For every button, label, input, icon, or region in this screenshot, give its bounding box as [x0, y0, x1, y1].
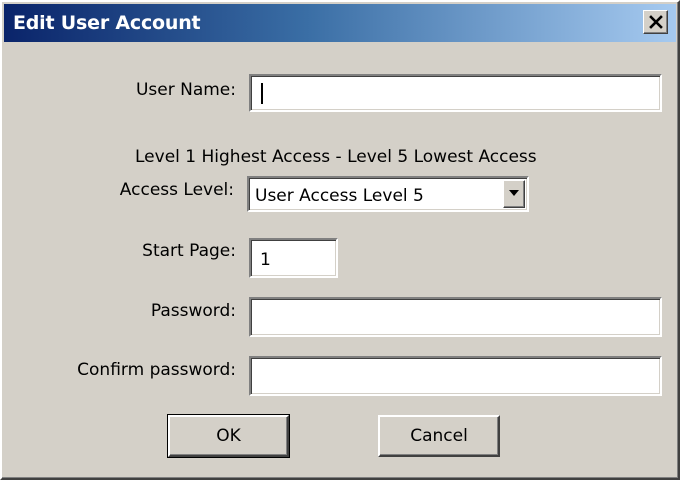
- password-input[interactable]: [249, 297, 662, 337]
- chevron-down-icon: [509, 190, 519, 196]
- dropdown-button[interactable]: [503, 180, 525, 208]
- start-page-value: 1: [260, 250, 271, 270]
- access-level-label: Access Level:: [119, 180, 234, 200]
- cancel-button[interactable]: Cancel: [378, 415, 500, 457]
- user-name-input[interactable]: [249, 74, 662, 112]
- start-page-label: Start Page:: [142, 241, 236, 261]
- access-level-info: Level 1 Highest Access - Level 5 Lowest …: [135, 147, 537, 167]
- access-level-selected: User Access Level 5: [255, 186, 424, 206]
- confirm-password-label: Confirm password:: [77, 360, 236, 380]
- edit-user-account-dialog: Edit User Account User Name: Level 1 Hig…: [0, 0, 680, 480]
- window-title: Edit User Account: [13, 12, 201, 34]
- password-label: Password:: [150, 301, 236, 321]
- close-icon: [649, 15, 663, 29]
- ok-button[interactable]: OK: [167, 414, 290, 458]
- start-page-input[interactable]: 1: [249, 238, 338, 278]
- close-button[interactable]: [643, 10, 668, 34]
- confirm-password-input[interactable]: [249, 356, 662, 396]
- title-bar[interactable]: Edit User Account: [4, 4, 676, 42]
- text-caret: [261, 83, 263, 104]
- access-level-dropdown[interactable]: User Access Level 5: [247, 176, 529, 212]
- user-name-label: User Name:: [135, 80, 236, 100]
